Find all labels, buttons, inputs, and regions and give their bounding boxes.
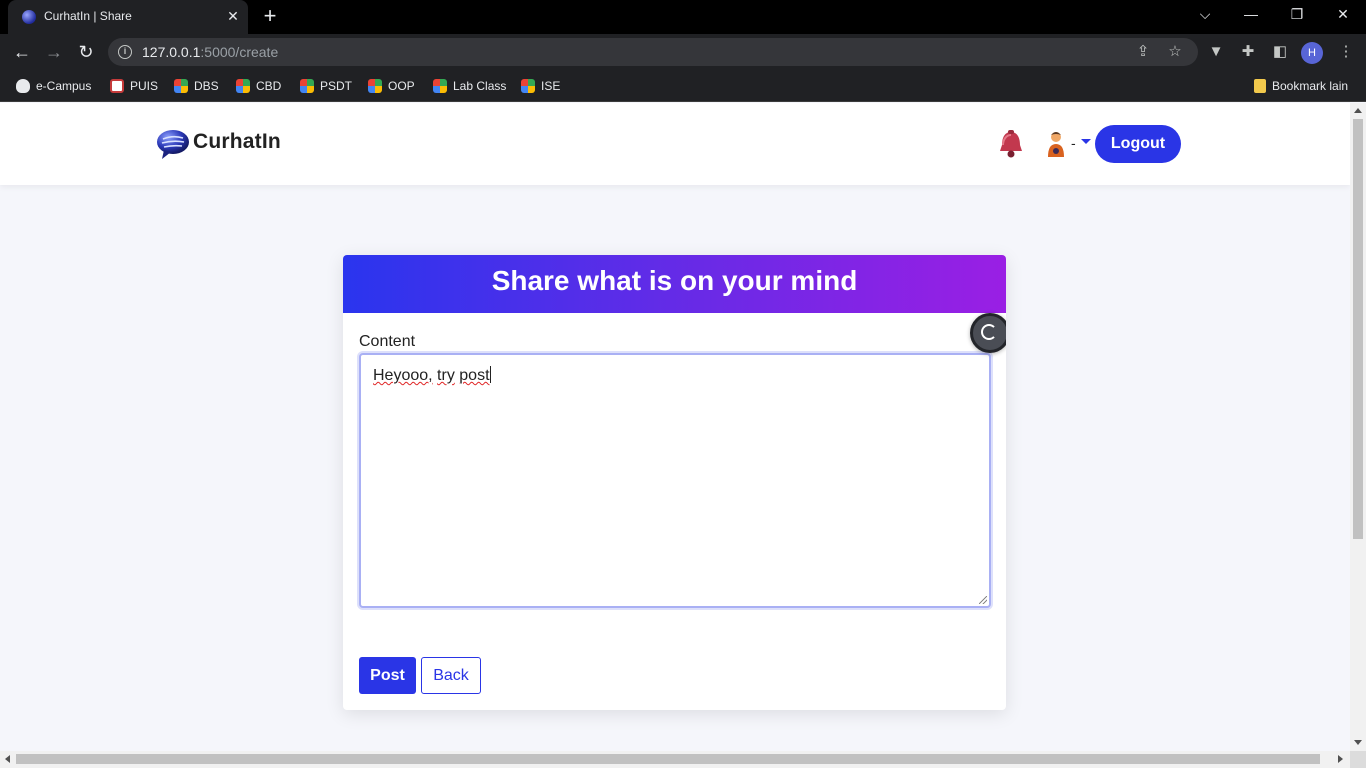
close-window-button[interactable]: ✕ bbox=[1328, 4, 1358, 24]
bookmark-lab-class[interactable]: Lab Class bbox=[433, 77, 506, 95]
reload-icon[interactable]: ↻ bbox=[74, 41, 98, 63]
chat-bubble-logo-icon[interactable] bbox=[156, 128, 190, 160]
extensions-puzzle-icon[interactable]: ✚ bbox=[1238, 42, 1258, 62]
user-dropdown-caret-icon[interactable] bbox=[1081, 139, 1091, 144]
tab-close-icon[interactable]: ✕ bbox=[224, 7, 242, 25]
site-info-icon[interactable]: i bbox=[118, 45, 132, 59]
other-bookmarks-folder[interactable]: Bookmark lain bbox=[1254, 77, 1348, 95]
user-avatar-icon[interactable] bbox=[1045, 129, 1067, 159]
bookmark-ise[interactable]: ISE bbox=[521, 77, 560, 95]
share-icon[interactable]: ⇪ bbox=[1134, 43, 1152, 61]
restore-button[interactable]: ❐ bbox=[1282, 4, 1312, 24]
user-name[interactable]: - bbox=[1071, 135, 1076, 151]
google-classroom-icon bbox=[300, 79, 314, 93]
browser-tab[interactable]: CurhatIn | Share ✕ bbox=[8, 0, 248, 34]
google-classroom-icon bbox=[433, 79, 447, 93]
brand-name[interactable]: CurhatIn bbox=[193, 130, 281, 154]
back-button[interactable]: Back bbox=[421, 657, 481, 694]
puis-icon bbox=[110, 79, 124, 93]
menu-kebab-icon[interactable]: ⋮ bbox=[1336, 42, 1356, 62]
scroll-left-arrow-icon[interactable] bbox=[5, 755, 10, 763]
scroll-up-arrow-icon[interactable] bbox=[1354, 108, 1362, 113]
page-title: Share what is on your mind bbox=[491, 265, 858, 296]
post-button[interactable]: Post bbox=[359, 657, 416, 694]
logout-button[interactable]: Logout bbox=[1095, 125, 1181, 163]
scroll-down-arrow-icon[interactable] bbox=[1354, 740, 1362, 745]
tab-title: CurhatIn | Share bbox=[44, 9, 132, 23]
google-classroom-icon bbox=[368, 79, 382, 93]
tab-search-icon[interactable]: ⌵ bbox=[1190, 4, 1220, 24]
bookmarks-bar: e-Campus PUIS DBS CBD PSDT OOP Lab Class… bbox=[0, 70, 1366, 102]
grammarly-icon[interactable] bbox=[970, 313, 1006, 353]
minimize-button[interactable]: — bbox=[1236, 4, 1266, 24]
bookmark-cbd[interactable]: CBD bbox=[236, 77, 281, 95]
resize-handle-icon[interactable] bbox=[979, 596, 987, 604]
page-viewport: CurhatIn - Logout Share what is on your … bbox=[0, 103, 1350, 751]
address-bar[interactable]: i 127.0.0.1:5000/create ⇪ ☆ bbox=[108, 38, 1198, 66]
google-classroom-icon bbox=[174, 79, 188, 93]
horizontal-scrollbar[interactable] bbox=[0, 751, 1350, 768]
browser-toolbar: ← → ↻ i 127.0.0.1:5000/create ⇪ ☆ ▼ ✚ ◧ … bbox=[0, 34, 1366, 70]
campus-icon bbox=[16, 79, 30, 93]
bookmark-psdt[interactable]: PSDT bbox=[300, 77, 352, 95]
back-arrow-icon[interactable]: ← bbox=[10, 41, 34, 63]
curhatin-favicon-icon bbox=[22, 10, 36, 24]
bookmark-e-campus[interactable]: e-Campus bbox=[16, 77, 91, 95]
new-tab-button[interactable]: + bbox=[258, 4, 282, 28]
share-card: Share what is on your mind Content Heyoo… bbox=[343, 255, 1006, 710]
vertical-scrollbar[interactable] bbox=[1350, 103, 1366, 751]
notification-bell-icon[interactable] bbox=[998, 129, 1024, 159]
google-classroom-icon bbox=[521, 79, 535, 93]
scroll-right-arrow-icon[interactable] bbox=[1338, 755, 1343, 763]
side-panel-icon[interactable]: ◧ bbox=[1270, 42, 1290, 62]
horizontal-scroll-thumb[interactable] bbox=[16, 754, 1320, 764]
site-navbar: CurhatIn - Logout bbox=[0, 103, 1350, 185]
profile-avatar[interactable]: H bbox=[1301, 42, 1323, 64]
forward-arrow-icon[interactable]: → bbox=[42, 41, 66, 63]
card-header: Share what is on your mind bbox=[343, 255, 1006, 313]
bookmark-puis[interactable]: PUIS bbox=[110, 77, 158, 95]
content-text: Heyooo, try post bbox=[373, 366, 491, 384]
content-label: Content bbox=[359, 333, 416, 350]
vpn-extension-icon[interactable]: ▼ bbox=[1206, 42, 1226, 62]
content-textarea[interactable]: Heyooo, try post bbox=[359, 353, 991, 608]
bookmark-oop[interactable]: OOP bbox=[368, 77, 415, 95]
google-classroom-icon bbox=[236, 79, 250, 93]
browser-tab-strip: CurhatIn | Share ✕ + ⌵ — ❐ ✕ bbox=[0, 0, 1366, 34]
bookmark-star-icon[interactable]: ☆ bbox=[1166, 43, 1184, 61]
vertical-scroll-thumb[interactable] bbox=[1353, 119, 1363, 539]
bookmark-dbs[interactable]: DBS bbox=[174, 77, 219, 95]
url-text: 127.0.0.1:5000/create bbox=[142, 44, 279, 60]
scrollbar-corner bbox=[1350, 751, 1366, 768]
folder-icon bbox=[1254, 79, 1266, 93]
